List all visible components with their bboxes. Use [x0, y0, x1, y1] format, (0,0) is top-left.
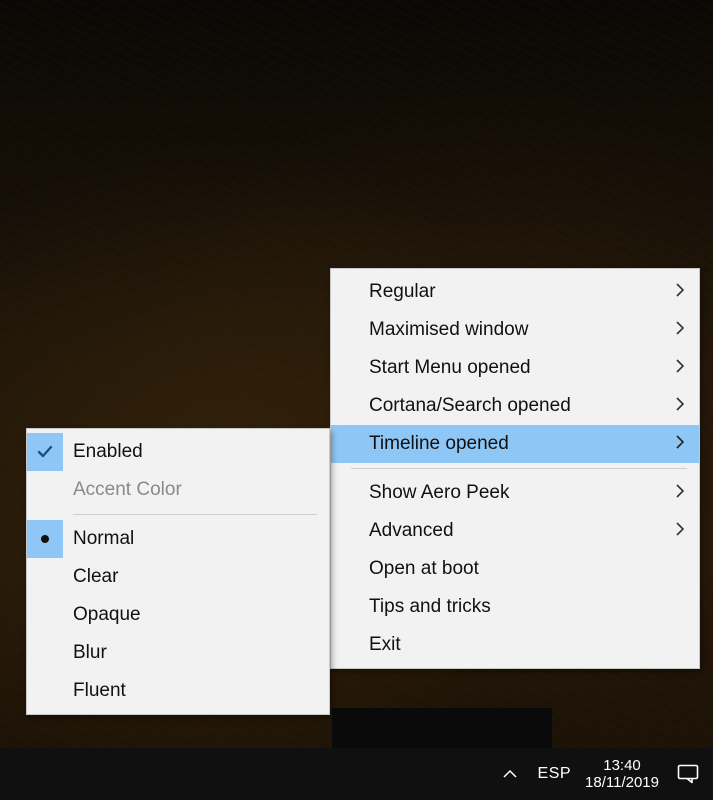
check-icon [27, 433, 63, 471]
menu-indicator [331, 550, 351, 588]
menu-item-exit[interactable]: Exit [331, 626, 699, 664]
menu-indicator [331, 311, 351, 349]
menu-item-label: Tips and tricks [351, 596, 665, 618]
chevron-right-icon [665, 395, 685, 417]
menu-item-maximised-window[interactable]: Maximised window [331, 311, 699, 349]
menu-item-normal[interactable]: Normal [27, 520, 329, 558]
menu-item-label: Enabled [63, 441, 315, 463]
menu-item-start-menu-opened[interactable]: Start Menu opened [331, 349, 699, 387]
menu-item-open-at-boot[interactable]: Open at boot [331, 550, 699, 588]
chevron-right-icon [665, 357, 685, 379]
menu-item-fluent[interactable]: Fluent [27, 672, 329, 710]
chevron-right-icon [665, 482, 685, 504]
menu-indicator [331, 588, 351, 626]
menu-item-label: Maximised window [351, 319, 665, 341]
menu-item-label: Accent Color [63, 479, 315, 501]
menu-item-enabled[interactable]: Enabled [27, 433, 329, 471]
menu-item-accent-color: Accent Color [27, 471, 329, 509]
menu-indicator [331, 626, 351, 664]
menu-indicator [331, 387, 351, 425]
menu-item-label: Start Menu opened [351, 357, 665, 379]
language-label: ESP [538, 765, 572, 782]
action-center-button[interactable] [673, 759, 703, 789]
radio-selected-icon [27, 520, 63, 558]
menu-item-label: Timeline opened [351, 433, 665, 455]
menu-item-tips-and-tricks[interactable]: Tips and tricks [331, 588, 699, 626]
menu-item-label: Show Aero Peek [351, 482, 665, 504]
context-menu-main: Regular Maximised window Start Menu open… [330, 268, 700, 669]
menu-item-cortana-search-opened[interactable]: Cortana/Search opened [331, 387, 699, 425]
chevron-right-icon [665, 281, 685, 303]
menu-indicator [331, 425, 351, 463]
chevron-up-icon [502, 768, 518, 780]
menu-item-opaque[interactable]: Opaque [27, 596, 329, 634]
menu-separator [73, 514, 317, 515]
menu-separator [351, 468, 687, 469]
menu-indicator [27, 672, 63, 710]
menu-item-label: Opaque [63, 604, 315, 626]
menu-item-label: Regular [351, 281, 665, 303]
taskbar-app-region [332, 708, 552, 748]
clock-date: 18/11/2019 [585, 774, 659, 791]
menu-indicator [331, 512, 351, 550]
menu-item-timeline-opened[interactable]: Timeline opened [331, 425, 699, 463]
menu-indicator [27, 558, 63, 596]
system-clock[interactable]: 13:40 18/11/2019 [585, 757, 659, 792]
menu-item-label: Clear [63, 566, 315, 588]
menu-indicator [331, 273, 351, 311]
menu-item-label: Open at boot [351, 558, 665, 580]
menu-item-advanced[interactable]: Advanced [331, 512, 699, 550]
menu-indicator [27, 634, 63, 672]
menu-indicator [331, 349, 351, 387]
chevron-right-icon [665, 433, 685, 455]
menu-item-label: Exit [351, 634, 665, 656]
menu-indicator [331, 474, 351, 512]
menu-item-clear[interactable]: Clear [27, 558, 329, 596]
menu-item-blur[interactable]: Blur [27, 634, 329, 672]
menu-item-label: Advanced [351, 520, 665, 542]
taskbar: ESP 13:40 18/11/2019 [0, 748, 713, 800]
language-indicator[interactable]: ESP [538, 765, 572, 783]
menu-indicator [27, 596, 63, 634]
notification-icon [677, 764, 699, 784]
tray-expand-button[interactable] [496, 760, 524, 788]
menu-item-show-aero-peek[interactable]: Show Aero Peek [331, 474, 699, 512]
menu-item-label: Fluent [63, 680, 315, 702]
chevron-right-icon [665, 319, 685, 341]
clock-time: 13:40 [585, 757, 659, 774]
chevron-right-icon [665, 520, 685, 542]
menu-item-label: Cortana/Search opened [351, 395, 665, 417]
menu-indicator [27, 471, 63, 509]
context-submenu-timeline: Enabled Accent Color Normal Clear Opaque… [26, 428, 330, 715]
menu-item-regular[interactable]: Regular [331, 273, 699, 311]
menu-item-label: Normal [63, 528, 315, 550]
menu-item-label: Blur [63, 642, 315, 664]
